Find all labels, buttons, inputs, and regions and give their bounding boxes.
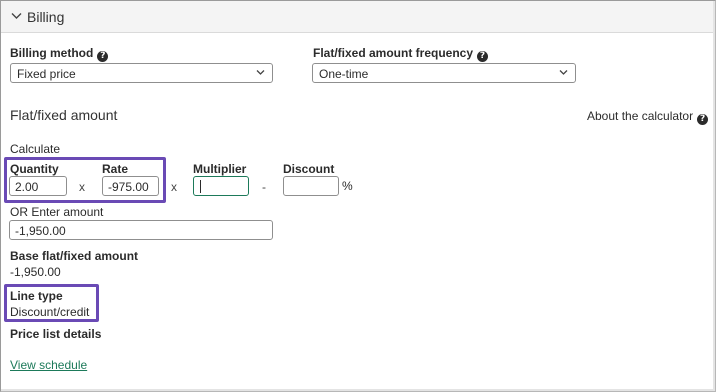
chevron-down-icon [559, 70, 568, 75]
chevron-down-icon [256, 70, 265, 75]
percent-sign: % [342, 179, 353, 193]
frequency-select[interactable]: One-time [312, 63, 576, 83]
flat-amount-heading: Flat/fixed amount [10, 107, 118, 123]
multiplier-input[interactable] [193, 176, 249, 196]
line-type-label: Line type [10, 289, 63, 303]
view-schedule-link[interactable]: View schedule [10, 358, 87, 372]
about-calculator[interactable]: About the calculator? [587, 109, 709, 125]
help-icon[interactable]: ? [697, 114, 709, 125]
multiply-operator: x [171, 180, 177, 194]
text-cursor [200, 180, 201, 193]
billing-method-label: Billing method? [10, 46, 109, 62]
rate-label: Rate [102, 162, 129, 176]
discount-input[interactable] [283, 176, 339, 196]
about-calculator-text: About the calculator [587, 109, 694, 123]
price-list-details-label: Price list details [10, 327, 102, 341]
rate-input[interactable]: -975.00 [102, 176, 159, 196]
base-amount-label: Base flat/fixed amount [10, 249, 139, 263]
or-enter-amount-label: OR Enter amount [10, 205, 104, 219]
billing-method-value: Fixed price [17, 67, 76, 81]
section-title: Billing [27, 9, 65, 25]
amount-input[interactable]: -1,950.00 [9, 220, 273, 240]
frequency-value: One-time [319, 67, 369, 81]
multiply-operator: x [79, 180, 85, 194]
chevron-down-icon [11, 13, 22, 19]
calculate-label: Calculate [10, 142, 61, 156]
line-type-value: Discount/credit [10, 305, 90, 319]
base-amount-value: -1,950.00 [10, 265, 61, 279]
multiplier-label: Multiplier [193, 162, 247, 176]
discount-label: Discount [283, 162, 335, 176]
frequency-label-text: Flat/fixed amount frequency [313, 46, 474, 60]
billing-section-header[interactable]: Billing [1, 1, 713, 33]
minus-operator: - [262, 180, 266, 194]
quantity-input[interactable]: 2.00 [9, 176, 67, 196]
help-icon[interactable]: ? [477, 51, 489, 62]
quantity-label: Quantity [10, 162, 59, 176]
frequency-label: Flat/fixed amount frequency? [313, 46, 489, 62]
help-icon[interactable]: ? [97, 51, 109, 62]
billing-method-label-text: Billing method [10, 46, 94, 60]
billing-method-select[interactable]: Fixed price [10, 63, 273, 83]
